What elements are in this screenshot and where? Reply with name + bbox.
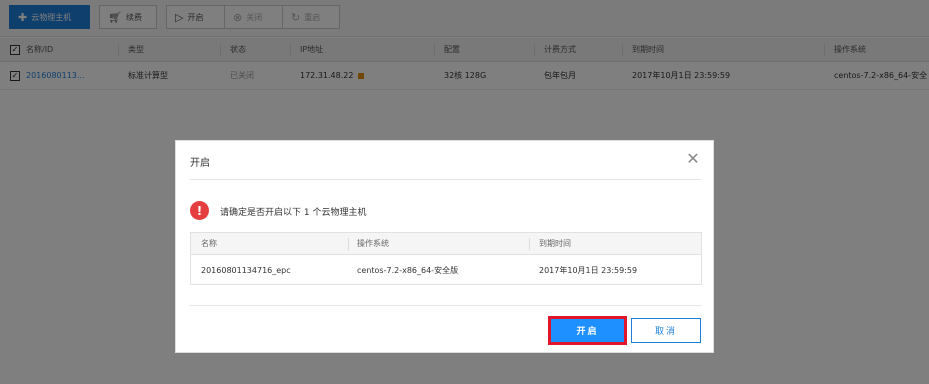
confirm-message: 请确定是否开启以下 1 个云物理主机 [220,208,367,218]
col-expire: 到期时间 [539,239,571,248]
affected-host-name: 20160801134716_epc [201,266,291,275]
dialog-title: 开启 [190,158,210,169]
divider [190,179,701,180]
affected-host-expire: 2017年10月1日 23:59:59 [539,266,638,275]
table-row: 20160801134716_epc centos-7.2-x86_64-安全版… [191,255,701,286]
col-name: 名称 [201,239,217,248]
start-confirm-dialog: 开启 ✕ ! 请确定是否开启以下 1 个云物理主机 名称 操作系统 到期时间 2… [175,140,714,353]
warning-icon: ! [190,201,209,220]
col-os: 操作系统 [357,239,389,248]
affected-table-header: 名称 操作系统 到期时间 [191,233,701,255]
close-icon[interactable]: ✕ [685,151,701,167]
affected-host-os: centos-7.2-x86_64-安全版 [357,266,459,275]
confirm-start-button[interactable]: 开启 [551,319,624,342]
divider [190,305,701,306]
affected-hosts-table: 名称 操作系统 到期时间 20160801134716_epc centos-7… [190,232,702,285]
cancel-button[interactable]: 取消 [631,318,701,343]
